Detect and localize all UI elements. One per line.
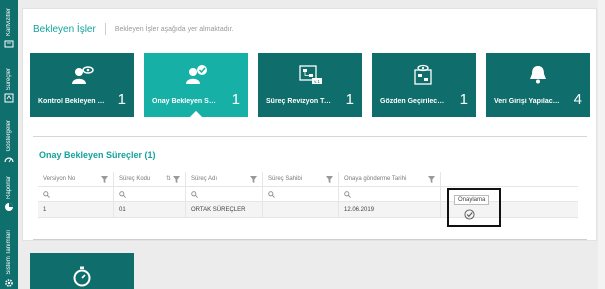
gauge-icon: [4, 157, 14, 163]
user-eye-icon: [72, 66, 94, 84]
filter-cell[interactable]: [114, 187, 186, 201]
tile-timer[interactable]: [30, 253, 134, 289]
tile-label: Veri Girişi Yapılacak Göstergeler: [494, 98, 562, 105]
filter-icon[interactable]: [250, 176, 257, 183]
sidebar-item-gostergeler[interactable]: Göstergeler: [0, 120, 18, 164]
panel-divider: [33, 239, 587, 240]
tile-surec-revizyon[interactable]: v.1 Süreç Revizyon Talepleri 1: [258, 53, 362, 117]
tile-onay-bekleyen[interactable]: Onay Bekleyen Süreçler 1: [144, 53, 248, 126]
filter-cell[interactable]: [263, 187, 339, 201]
filter-icon[interactable]: [173, 176, 180, 183]
column-header[interactable]: Süreç Adı: [186, 172, 263, 186]
cell-version: 1: [38, 202, 114, 217]
sidebar-item-raporlar[interactable]: Raporlar: [0, 176, 18, 212]
column-header[interactable]: Süreç Sahibi: [263, 172, 339, 186]
user-check-icon: [186, 65, 207, 84]
page-header: Bekleyen İşler Bekleyen İşler aşağıda ye…: [33, 23, 233, 35]
filter-icon[interactable]: [326, 176, 333, 183]
column-header[interactable]: Süreç Kodu ⇅: [114, 172, 186, 186]
tile-count: 1: [345, 91, 354, 108]
gear-icon: [5, 278, 13, 287]
sidebar-item-label: Göstergeler: [6, 120, 12, 152]
highlight-box: [447, 188, 501, 227]
sidebar-item-label: Süreçler: [6, 68, 12, 91]
tile-count: 1: [231, 91, 240, 108]
column-title: Versiyon No: [43, 176, 76, 182]
tiles-divider: [33, 136, 587, 137]
search-icon: [344, 190, 351, 198]
cell-code: 01: [114, 202, 186, 217]
approve-icon[interactable]: [464, 209, 475, 220]
section-title: Onay Bekleyen Süreçler (1): [39, 150, 156, 160]
tile-label: Süreç Revizyon Talepleri: [266, 98, 334, 105]
filter-icon[interactable]: [101, 176, 108, 183]
tile-kontrol-bekleyen[interactable]: Kontrol Bekleyen Süreçler 1: [30, 53, 134, 117]
column-header[interactable]: Onaya gönderme Tarihi: [339, 172, 441, 186]
card-icon: [4, 40, 14, 48]
tile-count: 4: [573, 91, 582, 108]
tile-count: 1: [117, 91, 126, 108]
tile-label: Gözden Geçirilecek Süreçler: [380, 98, 448, 105]
tile-label: Kontrol Bekleyen Süreçler: [38, 98, 106, 105]
scrollbar[interactable]: [598, 0, 605, 289]
cell-name: ORTAK SÜREÇLER: [186, 202, 263, 217]
column-title: Süreç Sahibi: [268, 176, 303, 182]
header-divider: [104, 23, 106, 35]
tooltip: Onaylama: [454, 195, 490, 205]
sidebar-item-sistem-tanimlari[interactable]: Sistem Tanımları: [0, 230, 18, 288]
filter-cell[interactable]: [38, 187, 114, 201]
cell-date: 12.06.2019: [339, 202, 441, 217]
table-header-row: Versiyon No Süreç Kodu ⇅ Süreç Adı Süreç…: [38, 172, 578, 187]
sidebar-item-label: Kartvizitler: [6, 8, 12, 37]
search-icon: [119, 190, 126, 198]
cell-owner: [263, 202, 339, 217]
svg-text:v.1: v.1: [314, 79, 320, 84]
filter-cell[interactable]: [339, 187, 441, 201]
column-title: Onaya gönderme Tarihi: [344, 176, 407, 182]
tile-gozden-gecirilecek[interactable]: Gözden Geçirilecek Süreçler 1: [372, 53, 476, 117]
sidebar-item-label: Raporlar: [6, 176, 12, 200]
flowchart-eye-icon: [414, 64, 432, 85]
pie-chart-icon: [5, 203, 13, 212]
tile-veri-girisi[interactable]: Veri Girişi Yapılacak Göstergeler 4: [486, 53, 590, 117]
bell-icon: [530, 66, 546, 84]
search-icon: [268, 190, 275, 198]
stopwatch-icon: [73, 266, 91, 287]
sidebar-item-kartvizitler[interactable]: Kartvizitler: [0, 8, 18, 49]
column-header[interactable]: Versiyon No: [38, 172, 114, 186]
filter-cell[interactable]: [186, 187, 263, 201]
flowchart-version-icon: v.1: [299, 65, 322, 84]
filter-icon[interactable]: [428, 176, 435, 183]
tile-count: 1: [459, 91, 468, 108]
column-header: [441, 172, 578, 186]
sidebar: Kartvizitler Süreçler Göstergeler Raporl…: [0, 0, 18, 289]
column-title: Süreç Kodu: [119, 176, 151, 182]
tile-label: Onay Bekleyen Süreçler: [152, 98, 220, 105]
page-subtitle: Bekleyen İşler aşağıda yer almaktadır.: [114, 25, 234, 33]
page-title: Bekleyen İşler: [33, 23, 96, 35]
sort-icon[interactable]: ⇅: [166, 175, 171, 182]
column-title: Süreç Adı: [191, 176, 218, 182]
search-icon: [43, 190, 50, 198]
search-icon: [191, 190, 198, 198]
process-icon: [4, 93, 14, 103]
sidebar-item-label: Sistem Tanımları: [6, 230, 12, 275]
sidebar-item-surecler[interactable]: Süreçler: [0, 68, 18, 103]
